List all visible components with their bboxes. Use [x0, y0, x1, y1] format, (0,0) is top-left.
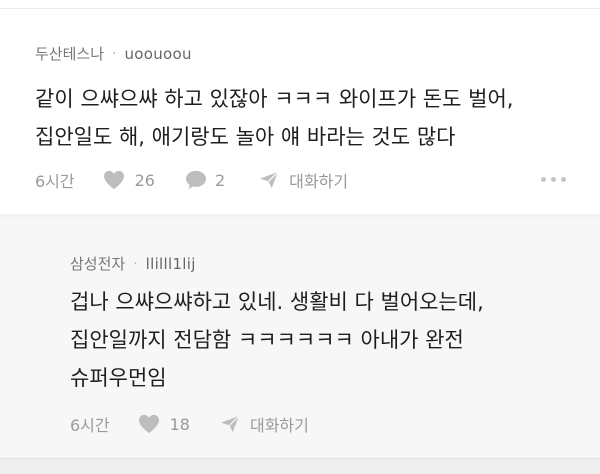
- reply-label: 대화하기: [249, 416, 309, 435]
- reply-button[interactable]: 대화하기: [220, 412, 309, 436]
- team-label: 삼성전자: [70, 255, 126, 273]
- comment-line: 겁나 으쌰으쌰하고 있네. 생활비 다 벌어오는데,: [70, 290, 484, 314]
- separator-dot: ·: [133, 255, 138, 272]
- bottom-separator: [0, 458, 600, 474]
- comment-header: 삼성전자 · llilll1lij: [70, 253, 196, 274]
- comment-actions: 6시간 18 대화하기: [70, 412, 309, 436]
- separator-dot: ·: [112, 45, 117, 62]
- heart-icon: [103, 170, 124, 190]
- timestamp: 6시간: [70, 416, 110, 435]
- send-icon: [220, 415, 240, 433]
- replies-button[interactable]: 2: [185, 170, 259, 190]
- comment-header: 두산테스나 · uoouoou: [35, 43, 192, 64]
- send-icon: [260, 171, 279, 189]
- bottom-divider: [0, 458, 600, 459]
- author-nickname[interactable]: uoouoou: [124, 45, 191, 63]
- timestamp: 6시간: [35, 172, 75, 191]
- like-button[interactable]: 18: [138, 414, 220, 434]
- comment-line: 같이 으쌰으쌰 하고 있잖아 ㅋㅋㅋ 와이프가 돈도 벌어,: [35, 87, 514, 111]
- speech-bubble-icon: [185, 170, 206, 190]
- comment-body: 같이 으쌰으쌰 하고 있잖아 ㅋㅋㅋ 와이프가 돈도 벌어, 집안일도 해, 애…: [35, 80, 513, 156]
- comment-body: 겁나 으쌰으쌰하고 있네. 생활비 다 벌어오는데, 집안일까지 전담함 ㅋㅋㅋ…: [70, 283, 484, 397]
- team-label: 두산테스나: [35, 45, 105, 63]
- reply-button[interactable]: 대화하기: [259, 168, 348, 192]
- reply-comment: 삼성전자 · llilll1lij 겁나 으쌰으쌰하고 있네. 생활비 다 벌어…: [0, 219, 600, 458]
- comment-line: 집안일도 해, 애기랑도 놀아 얘 바라는 것도 많다: [35, 125, 456, 149]
- more-dots-icon[interactable]: [541, 177, 566, 182]
- author-nickname[interactable]: llilll1lij: [146, 255, 196, 273]
- comment-actions: 6시간 26 2 대화하기: [35, 168, 348, 192]
- comment: 두산테스나 · uoouoou 같이 으쌰으쌰 하고 있잖아 ㅋㅋㅋ 와이프가 …: [0, 9, 600, 214]
- reply-count: 2: [214, 170, 226, 190]
- comment-line: 집안일까지 전담함 ㅋㅋㅋㅋㅋㅋ 아내가 완전: [70, 328, 464, 352]
- reply-label: 대화하기: [289, 172, 349, 191]
- heart-icon: [138, 414, 159, 434]
- comment-line: 슈퍼우먼임: [70, 366, 167, 390]
- like-count: 18: [169, 414, 190, 434]
- like-count: 26: [134, 170, 155, 190]
- like-button[interactable]: 26: [103, 170, 185, 190]
